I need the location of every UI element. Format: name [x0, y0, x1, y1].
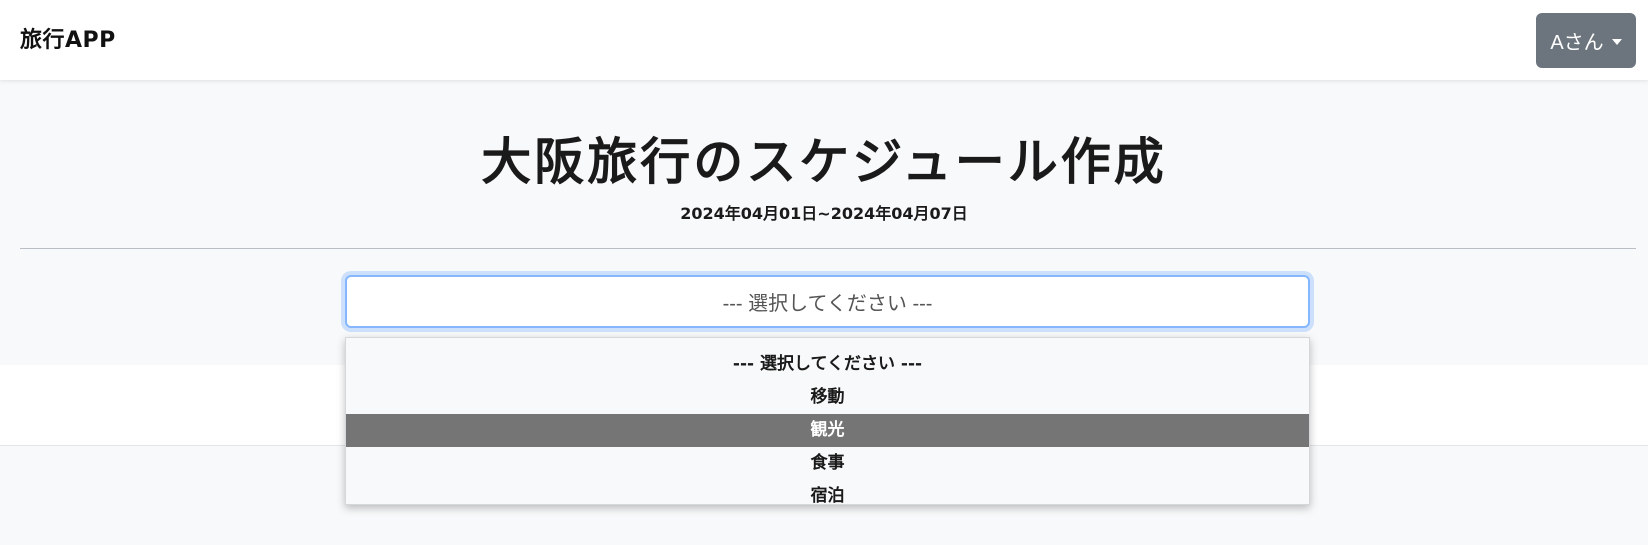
category-select[interactable]: --- 選択してください ---: [345, 275, 1310, 328]
page-title: 大阪旅行のスケジュール作成: [481, 133, 1167, 191]
app-brand-link[interactable]: 旅行APP: [20, 22, 116, 54]
dropdown-option-lodging[interactable]: 宿泊: [346, 480, 1309, 513]
top-navbar: 旅行APP Aさん: [0, 0, 1648, 80]
category-select-value: --- 選択してください ---: [722, 293, 933, 315]
dropdown-option-placeholder[interactable]: --- 選択してください ---: [346, 348, 1309, 381]
trip-date-range: 2024年04月01日~2024年04月07日: [680, 204, 968, 223]
user-menu-label: Aさん: [1550, 32, 1604, 54]
category-dropdown-list: --- 選択してください --- 移動 観光 食事 宿泊: [345, 337, 1310, 506]
dropdown-option-sightseeing[interactable]: 観光: [346, 414, 1309, 447]
dropdown-option-meal[interactable]: 食事: [346, 447, 1309, 480]
section-divider: [20, 248, 1636, 249]
user-menu-button[interactable]: Aさん: [1536, 13, 1636, 68]
dropdown-option-travel[interactable]: 移動: [346, 381, 1309, 414]
caret-down-icon: [1611, 38, 1622, 45]
